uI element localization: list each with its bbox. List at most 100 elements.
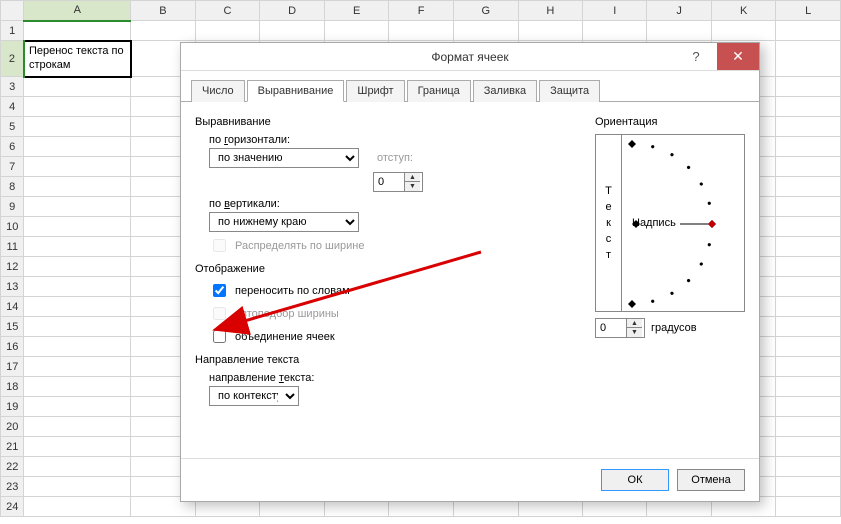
cell[interactable]: Перенос текста по строкам: [24, 41, 131, 77]
cell[interactable]: [776, 457, 841, 477]
dialog-titlebar[interactable]: Формат ячеек ? ✕: [181, 43, 759, 71]
cell[interactable]: [24, 137, 131, 157]
cell[interactable]: [24, 457, 131, 477]
cell[interactable]: [24, 117, 131, 137]
col-header-A[interactable]: A: [24, 1, 131, 21]
cell[interactable]: [583, 21, 647, 41]
cell[interactable]: [776, 317, 841, 337]
cell[interactable]: [776, 137, 841, 157]
col-header-H[interactable]: H: [518, 1, 583, 21]
row-header[interactable]: 23: [1, 477, 24, 497]
tab-alignment[interactable]: Выравнивание: [247, 80, 345, 102]
cell[interactable]: [195, 21, 260, 41]
col-header-B[interactable]: B: [131, 1, 196, 21]
cell[interactable]: [711, 21, 776, 41]
row-header[interactable]: 17: [1, 357, 24, 377]
row-header[interactable]: 8: [1, 177, 24, 197]
col-header-L[interactable]: L: [776, 1, 841, 21]
horizontal-select[interactable]: по значению: [209, 148, 359, 168]
vertical-select[interactable]: по нижнему краю: [209, 212, 359, 232]
col-header-G[interactable]: G: [453, 1, 518, 21]
row-header[interactable]: 12: [1, 257, 24, 277]
cell[interactable]: [776, 237, 841, 257]
tab-protection[interactable]: Защита: [539, 80, 600, 102]
cell[interactable]: [24, 317, 131, 337]
row-header[interactable]: 15: [1, 317, 24, 337]
indent-down-icon[interactable]: ▼: [404, 182, 420, 191]
cell[interactable]: [776, 337, 841, 357]
row-header[interactable]: 11: [1, 237, 24, 257]
cell[interactable]: [24, 217, 131, 237]
cell[interactable]: [776, 357, 841, 377]
cell[interactable]: [24, 397, 131, 417]
tab-fill[interactable]: Заливка: [473, 80, 537, 102]
col-header-J[interactable]: J: [647, 1, 711, 21]
col-header-F[interactable]: F: [389, 1, 454, 21]
cell[interactable]: [518, 21, 583, 41]
ok-button[interactable]: ОК: [601, 469, 669, 491]
cell[interactable]: [24, 357, 131, 377]
row-header[interactable]: 3: [1, 77, 24, 97]
degrees-up-icon[interactable]: ▲: [626, 319, 642, 328]
col-header-K[interactable]: K: [711, 1, 776, 21]
cell[interactable]: [776, 177, 841, 197]
textdir-select[interactable]: по контексту: [209, 386, 299, 406]
cell[interactable]: [776, 377, 841, 397]
cell[interactable]: [776, 397, 841, 417]
cell[interactable]: [776, 497, 841, 517]
close-button[interactable]: ✕: [717, 43, 759, 70]
cell[interactable]: [24, 497, 131, 517]
cell[interactable]: [776, 77, 841, 97]
merge-cells-checkbox[interactable]: [213, 330, 226, 343]
row-header[interactable]: 4: [1, 97, 24, 117]
row-header[interactable]: 14: [1, 297, 24, 317]
cell[interactable]: [24, 437, 131, 457]
help-button[interactable]: ?: [675, 43, 717, 70]
cell[interactable]: [776, 97, 841, 117]
cell[interactable]: [24, 277, 131, 297]
row-header[interactable]: 7: [1, 157, 24, 177]
cell[interactable]: [647, 21, 711, 41]
row-header[interactable]: 16: [1, 337, 24, 357]
cell[interactable]: [24, 77, 131, 97]
orientation-dial[interactable]: Надпись: [622, 135, 744, 311]
cell[interactable]: [776, 477, 841, 497]
cell[interactable]: [776, 437, 841, 457]
cell[interactable]: [24, 97, 131, 117]
orientation-vertical-text[interactable]: Т е к с т: [596, 135, 622, 311]
cell[interactable]: [776, 197, 841, 217]
row-header[interactable]: 6: [1, 137, 24, 157]
row-header[interactable]: 9: [1, 197, 24, 217]
tab-number[interactable]: Число: [191, 80, 245, 102]
cell[interactable]: [776, 41, 841, 77]
row-header[interactable]: 20: [1, 417, 24, 437]
cell[interactable]: [131, 21, 196, 41]
row-header[interactable]: 2: [1, 41, 24, 77]
cell[interactable]: [24, 157, 131, 177]
row-header[interactable]: 10: [1, 217, 24, 237]
cell[interactable]: [776, 157, 841, 177]
indent-up-icon[interactable]: ▲: [404, 173, 420, 182]
row-header[interactable]: 13: [1, 277, 24, 297]
cell[interactable]: [24, 257, 131, 277]
cell[interactable]: [24, 337, 131, 357]
row-header[interactable]: 19: [1, 397, 24, 417]
row-header[interactable]: 21: [1, 437, 24, 457]
cell[interactable]: [24, 377, 131, 397]
cell[interactable]: [24, 297, 131, 317]
cell[interactable]: [24, 477, 131, 497]
row-header[interactable]: 5: [1, 117, 24, 137]
degrees-spinner[interactable]: ▲ ▼: [595, 318, 645, 338]
col-header-I[interactable]: I: [583, 1, 647, 21]
cell[interactable]: [260, 21, 325, 41]
cell[interactable]: [776, 257, 841, 277]
cell[interactable]: [24, 21, 131, 41]
indent-spinner[interactable]: ▲ ▼: [373, 172, 423, 192]
indent-input[interactable]: [374, 173, 404, 191]
cell[interactable]: [24, 177, 131, 197]
col-header-C[interactable]: C: [195, 1, 260, 21]
cell[interactable]: [324, 21, 389, 41]
cell[interactable]: [389, 21, 454, 41]
row-header[interactable]: 18: [1, 377, 24, 397]
cell[interactable]: [776, 217, 841, 237]
